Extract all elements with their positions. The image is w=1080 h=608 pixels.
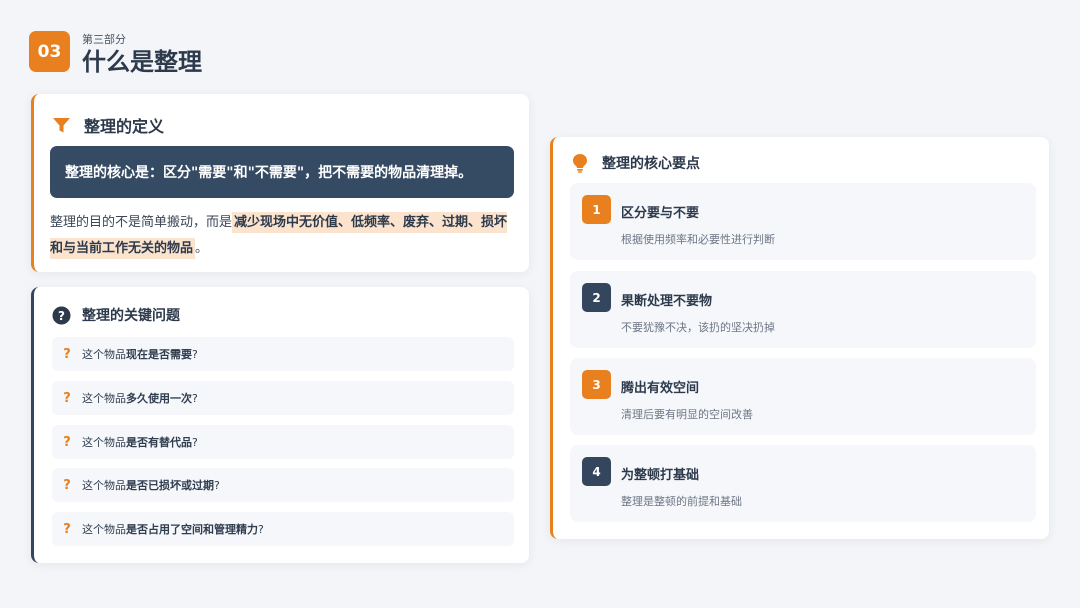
question-text: 这个物品现在是否需要? [82, 348, 198, 361]
definition-header: 整理的定义 [52, 113, 164, 137]
point-title: 腾出有效空间 [621, 381, 700, 396]
question-item: ? 这个物品是否已损坏或过期? [52, 468, 514, 502]
question-circle-icon: ? [52, 306, 71, 324]
definition-para-suffix: 。 [195, 241, 209, 256]
point-item: 4 为整顿打基础 整理是整顿的前提和基础 [570, 445, 1036, 522]
question-item: ? 这个物品多久使用一次? [52, 381, 514, 415]
point-title: 区分要与不要 [621, 206, 700, 221]
definition-card: 整理的定义 整理的核心是：区分"需要"和"不需要"，把不需要的物品清理掉。 整理… [31, 94, 529, 272]
lightbulb-icon [573, 154, 587, 173]
definition-title: 整理的定义 [84, 117, 165, 136]
section-number-badge: 03 [29, 31, 70, 72]
question-item: ? 这个物品现在是否需要? [52, 337, 514, 371]
page-title: 什么是整理 [82, 48, 202, 76]
point-item: 2 果断处理不要物 不要犹豫不决，该扔的坚决扔掉 [570, 271, 1036, 348]
filter-icon [53, 117, 70, 132]
point-description: 清理后要有明显的空间改善 [621, 408, 753, 421]
question-text: 这个物品是否已损坏或过期? [82, 479, 220, 492]
core-points-card: 整理的核心要点 1 区分要与不要 根据使用频率和必要性进行判断 2 果断处理不要… [550, 137, 1049, 539]
question-text: 这个物品是否占用了空间和管理精力? [82, 523, 264, 536]
point-number-badge: 2 [582, 283, 611, 312]
points-header: 整理的核心要点 [572, 153, 700, 173]
question-mark-icon: ? [63, 346, 71, 362]
questions-header: ? 整理的关键问题 [52, 305, 180, 325]
question-mark-icon: ? [63, 477, 71, 493]
point-number-badge: 4 [582, 457, 611, 486]
core-definition-box: 整理的核心是：区分"需要"和"不需要"，把不需要的物品清理掉。 [50, 146, 514, 198]
question-item: ? 这个物品是否占用了空间和管理精力? [52, 512, 514, 546]
point-number-badge: 3 [582, 370, 611, 399]
question-text: 这个物品多久使用一次? [82, 392, 198, 405]
point-title: 果断处理不要物 [621, 294, 713, 309]
key-questions-card: ? 整理的关键问题 ? 这个物品现在是否需要? ? 这个物品多久使用一次? ? … [31, 287, 529, 563]
point-description: 整理是整顿的前提和基础 [621, 495, 742, 508]
question-text: 这个物品是否有替代品? [82, 436, 198, 449]
definition-para-prefix: 整理的目的不是简单搬动，而是 [50, 215, 233, 230]
question-item: ? 这个物品是否有替代品? [52, 425, 514, 459]
question-mark-icon: ? [63, 521, 71, 537]
question-mark-icon: ? [63, 390, 71, 406]
point-description: 根据使用频率和必要性进行判断 [621, 233, 775, 246]
point-item: 1 区分要与不要 根据使用频率和必要性进行判断 [570, 183, 1036, 260]
svg-text:?: ? [58, 309, 65, 323]
point-title: 为整顿打基础 [621, 468, 700, 483]
questions-title: 整理的关键问题 [82, 308, 180, 324]
definition-paragraph: 整理的目的不是简单搬动，而是 减少现场中无价值、低频率、废弃、过期、损坏和与当前工… [50, 210, 520, 262]
points-title: 整理的核心要点 [602, 156, 700, 172]
point-item: 3 腾出有效空间 清理后要有明显的空间改善 [570, 358, 1036, 435]
point-description: 不要犹豫不决，该扔的坚决扔掉 [621, 321, 775, 334]
point-number-badge: 1 [582, 195, 611, 224]
core-definition-text: 整理的核心是：区分"需要"和"不需要"，把不需要的物品清理掉。 [65, 165, 473, 181]
question-mark-icon: ? [63, 434, 71, 450]
